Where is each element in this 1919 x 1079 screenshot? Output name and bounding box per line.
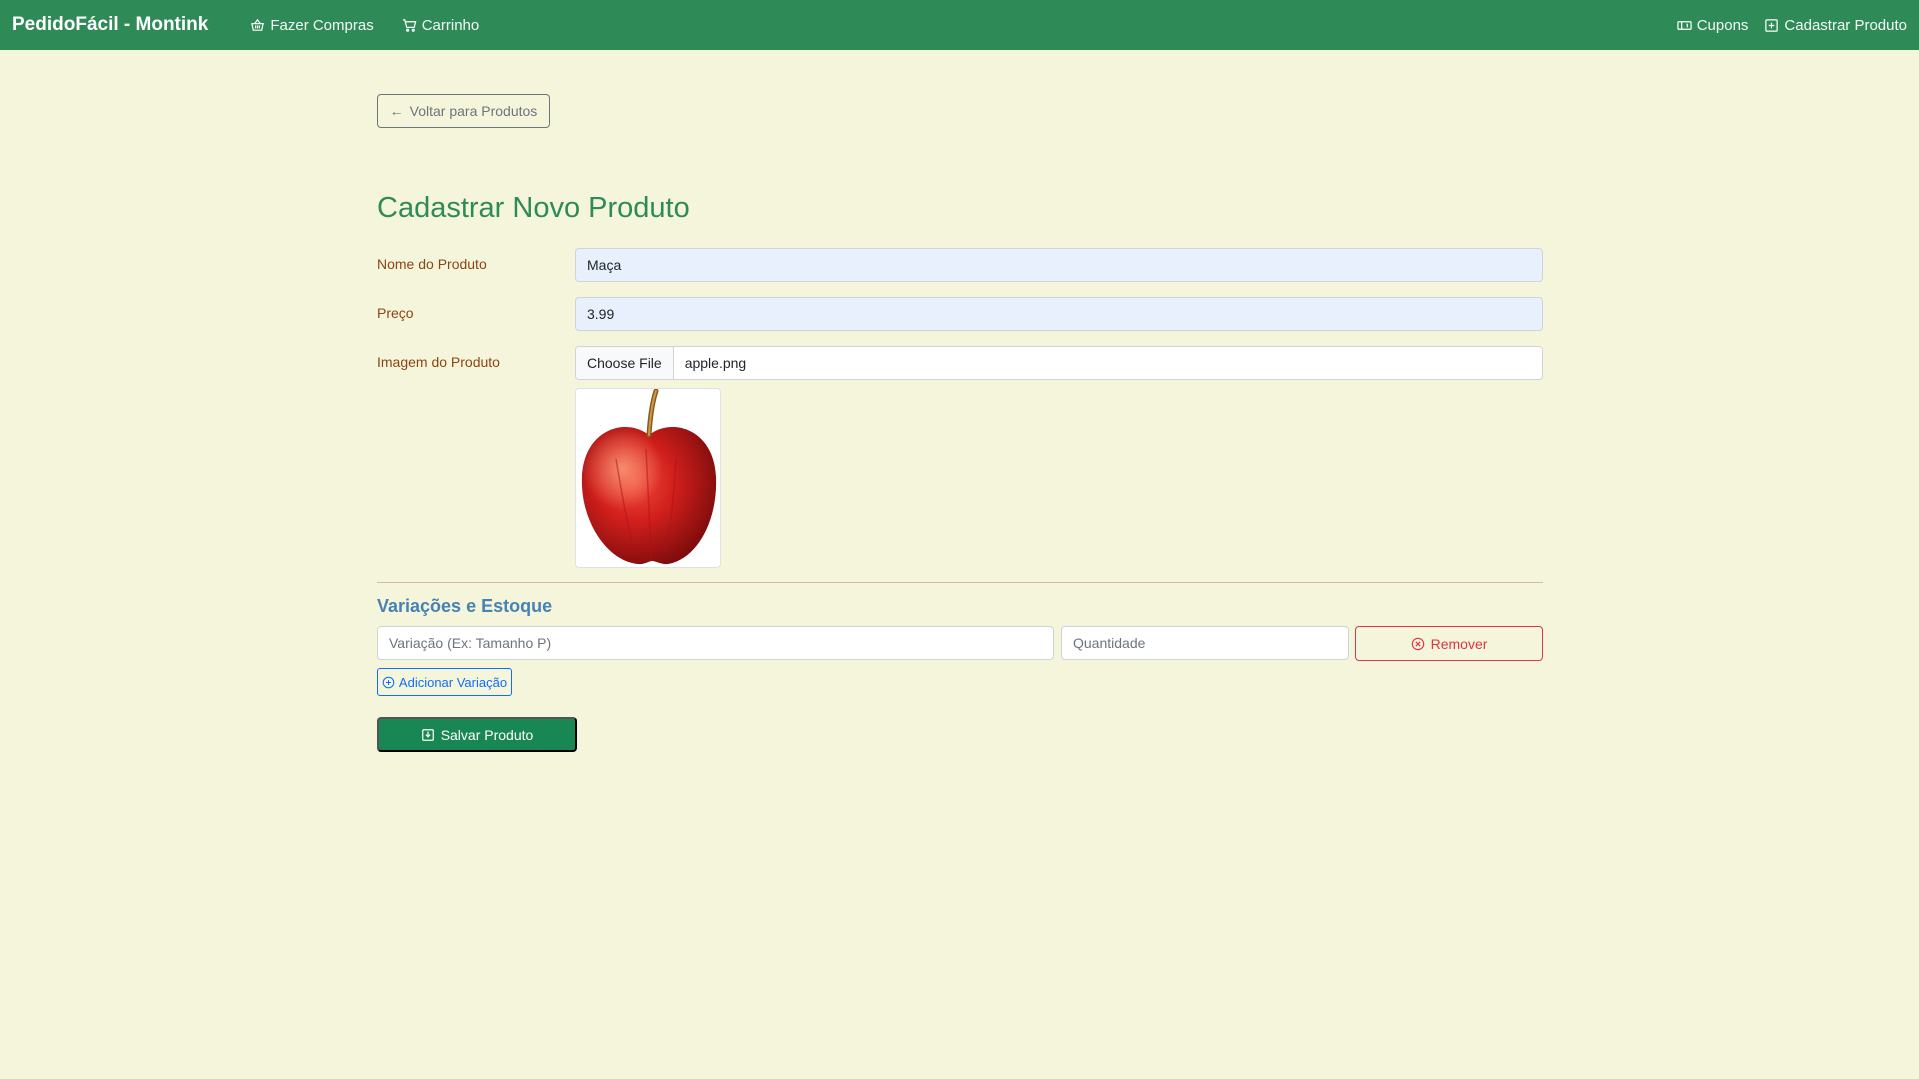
image-file-input[interactable]: Choose File apple.png [575,346,1543,380]
variations-title: Variações e Estoque [377,596,553,616]
navbar: PedidoFácil - Montink Fazer Compras Carr… [0,0,1919,50]
image-preview [575,388,721,568]
divider [377,582,1543,583]
choose-file-button[interactable]: Choose File [576,347,674,379]
nav-label: Cadastrar Produto [1784,16,1907,34]
file-name: apple.png [684,355,747,371]
price-label: Preço [377,305,414,321]
name-label: Nome do Produto [377,256,487,272]
apple-image [581,389,717,565]
save-label: Salvar Produto [440,726,534,743]
basket-icon [251,18,265,31]
price-input[interactable]: 3.99 [575,297,1543,331]
nav-link-carrinho[interactable]: Carrinho [402,16,480,34]
nav-label: Fazer Compras [270,16,374,34]
back-label: Voltar para Produtos [409,103,538,119]
nav-link-cadastrar-produto[interactable]: Cadastrar Produto [1764,17,1907,34]
variation-input[interactable]: Variação (Ex: Tamanho P) [377,626,1054,660]
nav-label: Carrinho [421,16,480,34]
save-icon [421,728,434,741]
nav-right: Cupons Cadastrar Produto [1661,17,1907,34]
add-variation-button[interactable]: Adicionar Variação [377,668,512,696]
save-product-button[interactable]: Salvar Produto [377,717,577,752]
nav-label: Cupons [1696,16,1749,34]
remove-label: Remover [1430,635,1488,652]
plus-circle-icon [382,676,395,688]
cart-icon [402,18,417,32]
nav-link-fazer-compras[interactable]: Fazer Compras [250,16,374,34]
arrow-left-icon: ← [389,103,404,119]
quantity-input[interactable]: Quantidade [1061,626,1349,660]
plus-square-icon [1765,18,1779,32]
image-label: Imagem do Produto [377,354,500,370]
ticket-icon [1677,20,1692,30]
x-circle-icon [1411,637,1424,650]
remove-variation-button[interactable]: Remover [1355,626,1543,661]
add-label: Adicionar Variação [398,674,508,690]
page-title: Cadastrar Novo Produto [377,192,690,224]
back-button[interactable]: ← Voltar para Produtos [377,94,550,128]
brand-logo[interactable]: PedidoFácil - Montink [12,14,208,36]
name-input[interactable]: Maça [575,248,1543,282]
nav-link-cupons[interactable]: Cupons [1677,16,1749,34]
